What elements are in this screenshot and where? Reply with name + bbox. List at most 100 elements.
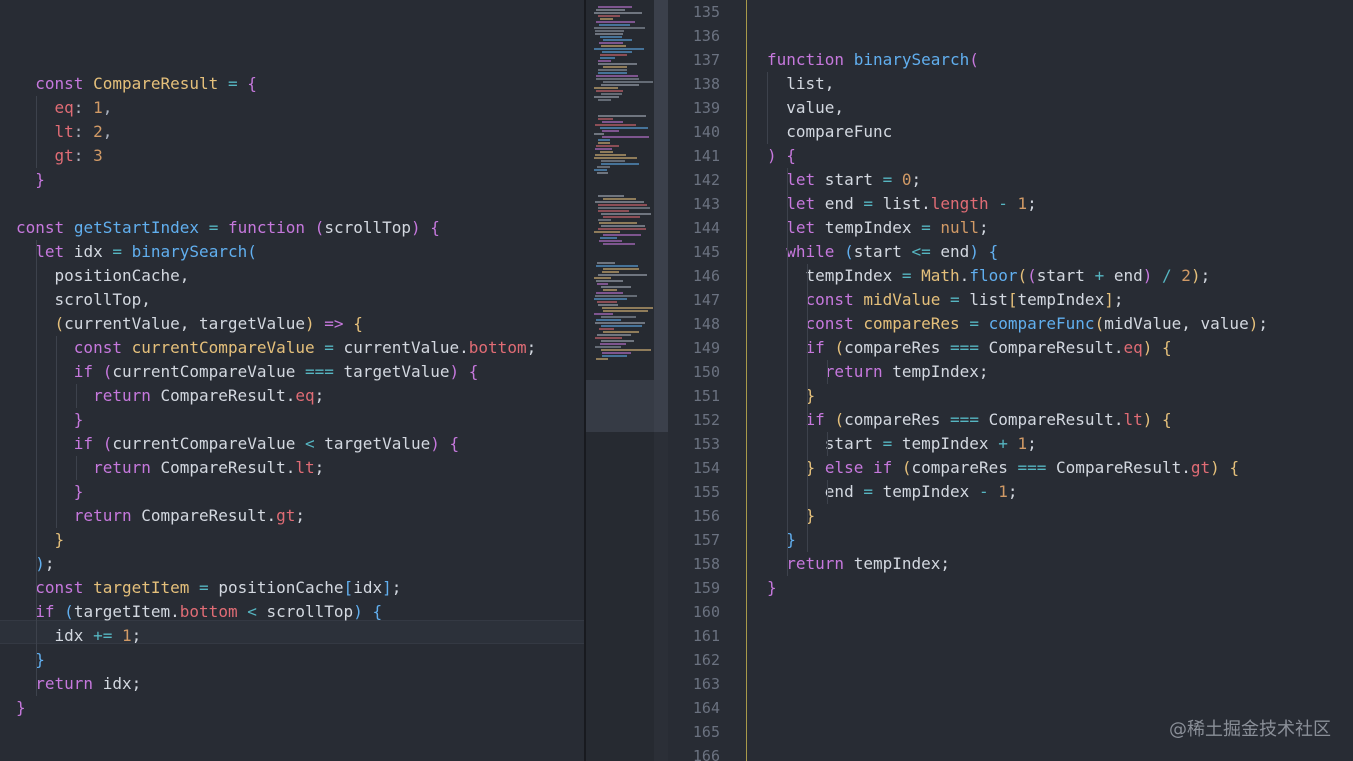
code-token: [ bbox=[1007, 290, 1018, 309]
code-token: ( bbox=[834, 410, 845, 429]
code-line[interactable]: const getStartIndex = function (scrollTo… bbox=[16, 216, 440, 240]
minimap-line bbox=[598, 115, 646, 117]
code-line[interactable]: if (currentCompareValue < targetValue) { bbox=[16, 432, 459, 456]
code-token: idx; bbox=[93, 674, 142, 693]
code-token: = bbox=[863, 482, 873, 501]
code-line[interactable]: value, bbox=[767, 96, 844, 120]
code-line[interactable]: tempIndex = Math.floor((start + end) / 2… bbox=[767, 264, 1211, 288]
code-line[interactable]: } bbox=[16, 528, 65, 552]
minimap-slider[interactable] bbox=[586, 380, 654, 432]
line-number: 155 bbox=[692, 483, 720, 501]
code-token: => bbox=[324, 314, 344, 333]
code-line[interactable]: const currentCompareValue = currentValue… bbox=[16, 336, 536, 360]
code-line[interactable]: (currentValue, targetValue) => { bbox=[16, 312, 363, 336]
code-line[interactable]: compareFunc bbox=[767, 120, 892, 144]
code-token: ( bbox=[969, 50, 979, 69]
code-line[interactable]: let end = list.length - 1; bbox=[767, 192, 1037, 216]
code-line[interactable]: return tempIndex; bbox=[767, 552, 950, 576]
code-token: lt bbox=[54, 122, 74, 141]
minimap-line bbox=[595, 295, 637, 297]
code-line[interactable]: return idx; bbox=[16, 672, 141, 696]
minimap-line bbox=[598, 99, 611, 101]
code-line[interactable]: let idx = binarySearch( bbox=[16, 240, 257, 264]
code-token: < bbox=[247, 602, 257, 621]
minimap[interactable] bbox=[586, 0, 654, 761]
code-line[interactable]: } bbox=[767, 576, 777, 600]
code-line[interactable]: return CompareResult.lt; bbox=[16, 456, 324, 480]
code-line[interactable]: const CompareResult = { bbox=[16, 72, 257, 96]
code-line[interactable]: lt: 2, bbox=[16, 120, 113, 144]
code-line[interactable]: idx += 1; bbox=[16, 624, 142, 648]
code-line[interactable]: } bbox=[16, 168, 45, 192]
code-line[interactable]: } bbox=[16, 696, 26, 720]
code-line[interactable]: if (compareRes === CompareResult.eq) { bbox=[767, 336, 1172, 360]
code-line[interactable]: gt: 3 bbox=[16, 144, 103, 168]
indent-guide bbox=[76, 456, 77, 480]
code-line[interactable]: let start = 0; bbox=[767, 168, 921, 192]
code-token: ; bbox=[1027, 194, 1037, 213]
code-token: list bbox=[959, 290, 1008, 309]
line-number: 150 bbox=[692, 363, 720, 381]
code-token: ) bbox=[1210, 458, 1220, 477]
code-line[interactable]: return CompareResult.eq; bbox=[16, 384, 324, 408]
code-line[interactable]: } bbox=[16, 648, 45, 672]
code-token: const bbox=[35, 74, 84, 93]
code-line[interactable]: const midValue = list[tempIndex]; bbox=[767, 288, 1124, 312]
code-token: let bbox=[786, 170, 816, 189]
code-line[interactable]: } bbox=[16, 480, 84, 504]
code-line[interactable]: function binarySearch( bbox=[767, 48, 979, 72]
code-token: ( bbox=[247, 242, 257, 261]
code-line[interactable]: } bbox=[767, 528, 796, 552]
code-line[interactable]: let tempIndex = null; bbox=[767, 216, 988, 240]
code-line[interactable]: while (start <= end) { bbox=[767, 240, 998, 264]
code-line[interactable]: if (compareRes === CompareResult.lt) { bbox=[767, 408, 1172, 432]
code-line[interactable]: ) { bbox=[767, 144, 796, 168]
code-line[interactable]: return CompareResult.gt; bbox=[16, 504, 305, 528]
code-line[interactable]: positionCache, bbox=[16, 264, 190, 288]
indent-guide-active bbox=[746, 0, 747, 761]
code-token: ( bbox=[901, 458, 912, 477]
code-token: start bbox=[853, 242, 912, 261]
code-token: CompareResult. bbox=[978, 410, 1124, 429]
minimap-line bbox=[597, 166, 610, 168]
code-line[interactable]: return tempIndex; bbox=[767, 360, 989, 384]
code-line[interactable]: const targetItem = positionCache[idx]; bbox=[16, 576, 401, 600]
minimap-line bbox=[596, 145, 619, 147]
code-line[interactable]: if (currentCompareValue === targetValue)… bbox=[16, 360, 479, 384]
scrollbar-thumb[interactable] bbox=[654, 0, 668, 432]
minimap-line bbox=[594, 277, 611, 279]
left-editor-pane[interactable]: const CompareResult = { eq: 1, lt: 2, gt… bbox=[0, 0, 584, 761]
code-token: currentCompareValue bbox=[131, 338, 315, 357]
line-number: 137 bbox=[692, 51, 720, 69]
code-token: ) bbox=[1142, 410, 1153, 429]
line-number: 144 bbox=[692, 219, 720, 237]
code-token: const bbox=[73, 338, 122, 357]
minimap-line bbox=[601, 45, 626, 47]
code-token: const bbox=[16, 218, 65, 237]
right-editor-pane[interactable]: 135 136 137 138 139 140 141 142 143 144 145 146 147 1… bbox=[668, 0, 1353, 761]
code-line[interactable]: if (targetItem.bottom < scrollTop) { bbox=[16, 600, 382, 624]
line-number: 140 bbox=[692, 123, 720, 141]
code-line[interactable]: end = tempIndex - 1; bbox=[767, 480, 1018, 504]
code-line[interactable]: eq: 1, bbox=[16, 96, 113, 120]
code-token: 1 bbox=[1017, 194, 1028, 213]
code-line[interactable]: const compareRes = compareFunc(midValue,… bbox=[767, 312, 1268, 336]
code-line[interactable]: } bbox=[16, 408, 84, 432]
minimap-line bbox=[594, 96, 619, 98]
line-number: 142 bbox=[692, 171, 720, 189]
minimap-line bbox=[596, 358, 608, 360]
minimap-line bbox=[595, 33, 623, 35]
vertical-scrollbar[interactable] bbox=[654, 0, 668, 761]
code-token: return bbox=[73, 506, 132, 525]
code-token: end bbox=[930, 242, 970, 261]
minimap-line bbox=[600, 18, 613, 20]
code-token: gt bbox=[54, 146, 74, 165]
code-line[interactable]: } else if (compareRes === CompareResult.… bbox=[767, 456, 1240, 480]
code-token: const bbox=[35, 578, 84, 597]
code-token: = bbox=[112, 242, 122, 261]
code-line[interactable]: list, bbox=[767, 72, 834, 96]
